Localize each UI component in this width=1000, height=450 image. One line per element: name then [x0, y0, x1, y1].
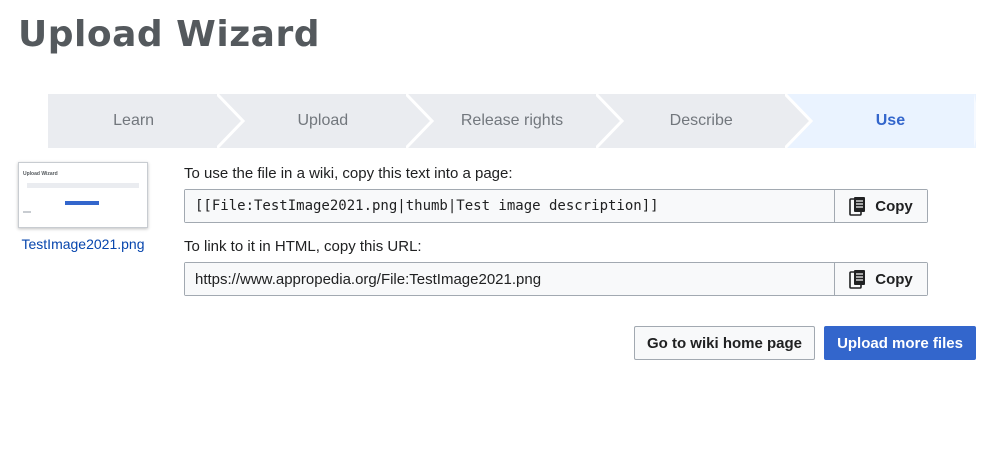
clipboard-icon	[849, 270, 866, 289]
step-use: Use	[786, 94, 981, 148]
step-upload: Upload	[219, 94, 435, 148]
copy-html-link-button[interactable]: Copy	[834, 263, 927, 295]
clipboard-icon	[849, 197, 866, 216]
step-label: Release rights	[460, 112, 564, 129]
copy-label: Copy	[875, 270, 913, 288]
file-thumbnail[interactable]: Upload Wizard	[18, 162, 148, 228]
step-learn: Learn	[48, 94, 246, 148]
step-chevron-icon	[595, 94, 624, 148]
step-chevron-icon	[217, 94, 246, 148]
thumbnail-preview-title: Upload Wizard	[23, 171, 58, 177]
thumbnail-preview-button	[65, 201, 99, 205]
copy-label: Copy	[875, 197, 913, 215]
go-to-wiki-home-button[interactable]: Go to wiki home page	[634, 326, 815, 360]
html-link-field: https://www.appropedia.org/File:TestImag…	[184, 262, 928, 296]
step-chevron-icon	[784, 94, 813, 148]
steps-bar: Learn Upload Release rights Describe Use	[48, 94, 981, 148]
step-end-chevron-icon	[974, 94, 981, 148]
step-label: Describe	[669, 112, 733, 129]
step-label-active: Use	[875, 112, 906, 129]
thumbnail-preview-steps	[27, 183, 139, 188]
page-title: Upload Wizard	[18, 14, 320, 55]
step-label: Upload	[297, 112, 349, 129]
wiki-text-field: [[File:TestImage2021.png|thumb|Test imag…	[184, 189, 928, 223]
thumbnail-preview-line	[23, 211, 31, 213]
step-release-rights: Release rights	[408, 94, 624, 148]
file-name-link[interactable]: TestImage2021.png	[18, 236, 148, 252]
step-describe: Describe	[597, 94, 813, 148]
html-link-input[interactable]: https://www.appropedia.org/File:TestImag…	[185, 263, 834, 295]
step-label: Learn	[113, 112, 155, 129]
copy-wiki-text-button[interactable]: Copy	[834, 190, 927, 222]
wiki-text-label: To use the file in a wiki, copy this tex…	[184, 165, 513, 182]
wiki-text-input[interactable]: [[File:TestImage2021.png|thumb|Test imag…	[185, 190, 834, 222]
step-chevron-icon	[406, 94, 435, 148]
html-link-label: To link to it in HTML, copy this URL:	[184, 238, 422, 255]
upload-more-files-button[interactable]: Upload more files	[824, 326, 976, 360]
